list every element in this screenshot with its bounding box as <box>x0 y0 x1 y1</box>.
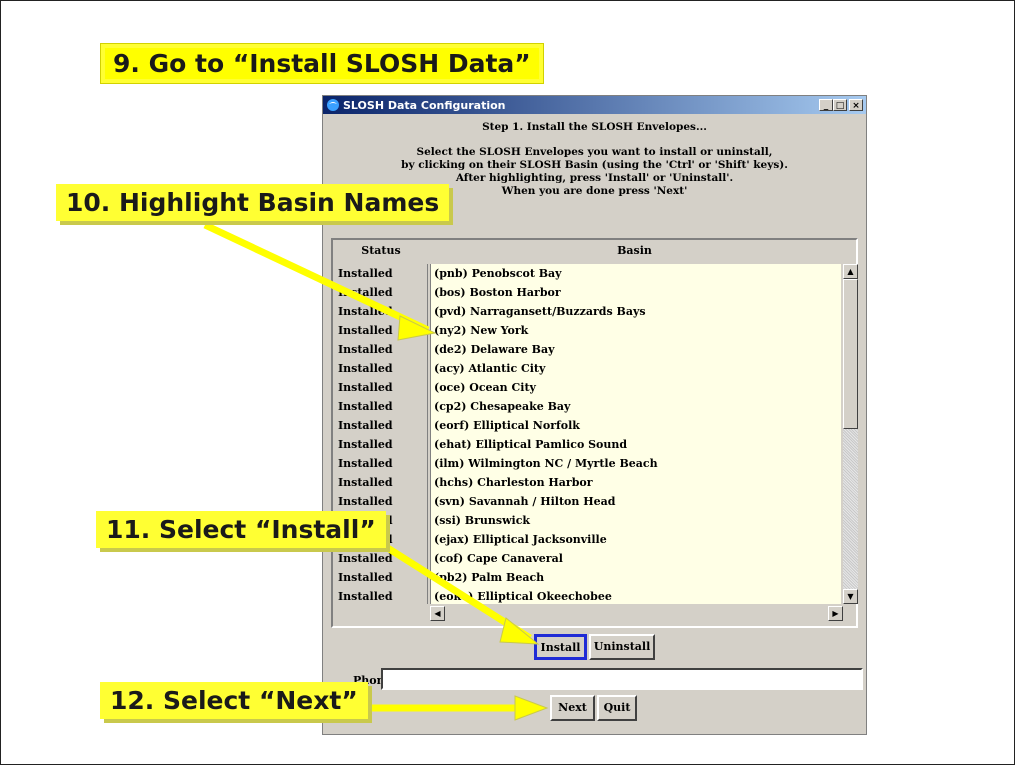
status-cell: Installed <box>338 590 393 603</box>
install-button[interactable]: Install <box>534 634 587 660</box>
basin-list-item[interactable]: (ny2) New York <box>431 321 841 340</box>
status-cell: Installed <box>338 419 393 432</box>
status-cell: Installed <box>338 286 393 299</box>
status-cell: Installed <box>338 381 393 394</box>
scroll-thumb[interactable] <box>843 279 858 429</box>
instruction-line: Select the SLOSH Envelopes you want to i… <box>416 146 773 158</box>
status-cell: Installed <box>338 324 393 337</box>
scroll-down-arrow-icon[interactable]: ▼ <box>843 589 858 604</box>
uninstall-button[interactable]: Uninstall <box>589 634 655 660</box>
scroll-left-arrow-icon[interactable]: ◀ <box>430 606 445 621</box>
basin-table: Status Basin Installed Installed Install… <box>331 238 858 628</box>
basin-list-item[interactable]: (cp2) Chesapeake Bay <box>431 397 841 416</box>
basin-list-item[interactable]: (svn) Savannah / Hilton Head <box>431 492 841 511</box>
instruction-line: by clicking on their SLOSH Basin (using … <box>401 159 788 171</box>
basin-list-item[interactable]: (eorf) Elliptical Norfolk <box>431 416 841 435</box>
status-cell: Installed <box>338 495 393 508</box>
basin-list-item[interactable]: (bos) Boston Harbor <box>431 283 841 302</box>
window-title: SLOSH Data Configuration <box>343 98 506 112</box>
quit-button[interactable]: Quit <box>597 695 637 721</box>
basin-list-item[interactable]: (ejax) Elliptical Jacksonville <box>431 530 841 549</box>
callout-step-9: 9. Go to “Install SLOSH Data” <box>100 43 544 84</box>
status-column: Installed Installed Installed Installed … <box>335 264 428 604</box>
status-cell: Installed <box>338 552 393 565</box>
minimize-button[interactable]: _ <box>819 99 833 111</box>
status-cell: Installed <box>338 362 393 375</box>
basin-list-item[interactable]: (eoke) Elliptical Okeechobee <box>431 587 841 604</box>
status-column-header[interactable]: Status <box>333 240 429 262</box>
basin-list-item[interactable]: (pnb) Penobscot Bay <box>431 264 841 283</box>
close-button[interactable]: × <box>849 99 863 111</box>
basin-list-item[interactable]: (acy) Atlantic City <box>431 359 841 378</box>
next-button[interactable]: Next <box>550 695 595 721</box>
callout-step-12: 12. Select “Next” <box>100 682 368 719</box>
basin-list-item[interactable]: (ilm) Wilmington NC / Myrtle Beach <box>431 454 841 473</box>
status-cell: Installed <box>338 571 393 584</box>
basin-column-header[interactable]: Basin <box>432 240 837 262</box>
basin-list-item[interactable]: (pb2) Palm Beach <box>431 568 841 587</box>
status-cell: Installed <box>338 305 393 318</box>
basin-list-item[interactable]: (ssi) Brunswick <box>431 511 841 530</box>
basin-list-item[interactable]: (cof) Cape Canaveral <box>431 549 841 568</box>
basin-list-item[interactable]: (pvd) Narragansett/Buzzards Bays <box>431 302 841 321</box>
scroll-right-arrow-icon[interactable]: ▶ <box>828 606 843 621</box>
phone-input[interactable] <box>381 668 863 690</box>
status-cell: Installed <box>338 438 393 451</box>
status-cell: Installed <box>338 343 393 356</box>
basin-list-item[interactable]: (hchs) Charleston Harbor <box>431 473 841 492</box>
step-heading: Step 1. Install the SLOSH Envelopes... <box>482 121 707 133</box>
callout-step-10: 10. Highlight Basin Names <box>56 184 450 221</box>
basin-list-item[interactable]: (de2) Delaware Bay <box>431 340 841 359</box>
vertical-scrollbar[interactable]: ▲ ▼ <box>843 264 858 604</box>
basin-list[interactable]: (pnb) Penobscot Bay (bos) Boston Harbor … <box>430 264 841 604</box>
status-cell: Installed <box>338 457 393 470</box>
status-cell: Installed <box>338 267 393 280</box>
status-cell: Installed <box>338 400 393 413</box>
title-bar[interactable]: SLOSH Data Configuration _ □ × <box>323 96 866 114</box>
horizontal-scrollbar[interactable]: ◀ ▶ <box>430 606 843 621</box>
app-icon <box>327 99 339 111</box>
scroll-up-arrow-icon[interactable]: ▲ <box>843 264 858 279</box>
basin-list-item[interactable]: (oce) Ocean City <box>431 378 841 397</box>
status-cell: Installed <box>338 476 393 489</box>
maximize-button[interactable]: □ <box>833 99 847 111</box>
basin-list-item[interactable]: (ehat) Elliptical Pamlico Sound <box>431 435 841 454</box>
callout-step-11: 11. Select “Install” <box>96 511 386 548</box>
